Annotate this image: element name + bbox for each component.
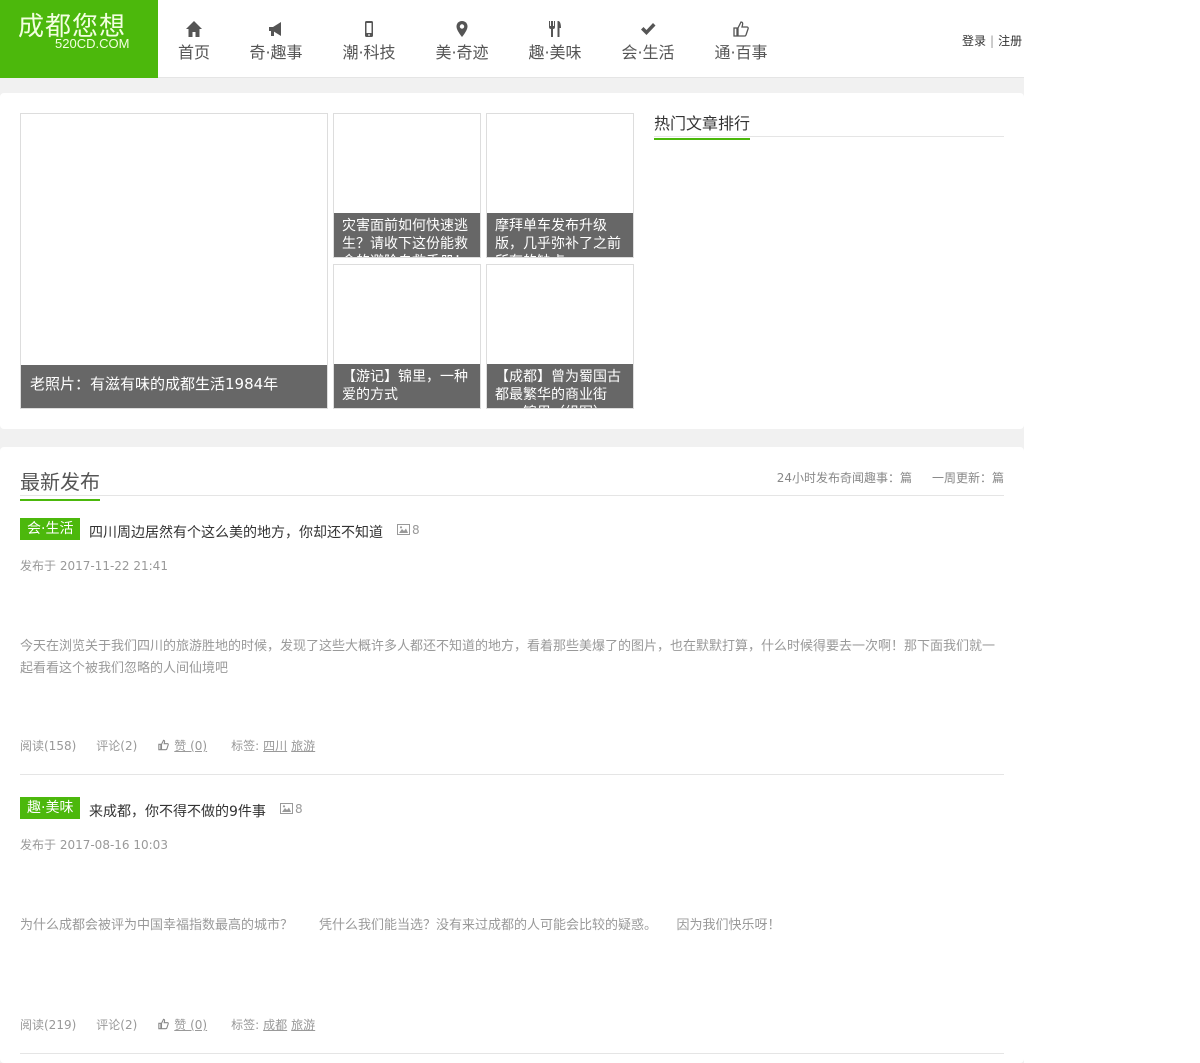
- map-pin-icon: [456, 21, 468, 37]
- image-count-value: 8: [295, 802, 303, 816]
- hot-articles-divider: [654, 136, 1004, 137]
- post-excerpt: 今天在浏览关于我们四川的旅游胜地的时候，发现了这些大概许多人都还不知道的地方，看…: [20, 639, 996, 676]
- nav-item-meiqiji[interactable]: 美·奇迹: [432, 0, 492, 78]
- nav-label: 会·生活: [621, 43, 675, 62]
- image-icon: [280, 803, 293, 814]
- post-like-label[interactable]: 赞 (0): [174, 739, 207, 753]
- post-category-badge[interactable]: 趣·美味: [20, 797, 81, 819]
- post-item: 会·生活 四川周边居然有个这么美的地方，你却还不知道 8 发布于 2017-11…: [20, 518, 1004, 778]
- post-tags: 标签: 成都 旅游: [231, 1018, 319, 1032]
- nav-label: 奇·趣事: [249, 43, 303, 62]
- image-count-value: 8: [412, 523, 420, 537]
- thumbs-up-icon: [158, 739, 170, 751]
- featured-section: 老照片：有滋有味的成都生活1984年 灾害面前如何快速逃生？请收下这份能救命的避…: [0, 93, 1024, 429]
- nav-item-huishenghuo[interactable]: 会·生活: [618, 0, 678, 78]
- featured-tile[interactable]: 摩拜单车发布升级版，几乎弥补了之前所有的缺点: [486, 113, 634, 258]
- post-category-badge[interactable]: 会·生活: [20, 518, 81, 540]
- post-divider: [20, 774, 1004, 775]
- featured-tile-caption: 【成都】曾为蜀国古都最繁华的商业街——锦里（组图）: [487, 364, 633, 408]
- post-tag-link[interactable]: 旅游: [291, 739, 315, 753]
- stat-week: 一周更新：篇: [931, 471, 1004, 485]
- tags-label: 标签:: [231, 739, 260, 753]
- post-like-button[interactable]: 赞 (0): [157, 1018, 211, 1032]
- stat-24h: 24小时发布奇闻趣事：篇: [776, 471, 912, 485]
- site-logo[interactable]: 成都您想 520CD.COM: [0, 0, 158, 78]
- site-header: 成都您想 520CD.COM 首页 奇·趣事 潮·科技 美·奇迹 趣·美味 会·…: [0, 0, 1024, 78]
- nav-label: 美·奇迹: [435, 43, 489, 62]
- featured-tile[interactable]: 灾害面前如何快速逃生？请收下这份能救命的避险自救手册！: [333, 113, 481, 258]
- page: 成都您想 520CD.COM 首页 奇·趣事 潮·科技 美·奇迹 趣·美味 会·…: [0, 0, 1024, 1063]
- image-icon: [397, 524, 410, 535]
- cutlery-icon: [549, 21, 561, 37]
- register-link[interactable]: 注册: [998, 34, 1022, 48]
- post-title[interactable]: 四川周边居然有个这么美的地方，你却还不知道: [89, 522, 383, 542]
- post-read-count: 阅读(158): [20, 739, 77, 753]
- nav-item-qiqushi[interactable]: 奇·趣事: [246, 0, 306, 78]
- auth-links: 登录 | 注册: [962, 32, 1022, 49]
- nav-item-qumeiwei[interactable]: 趣·美味: [525, 0, 585, 78]
- post-comment-count[interactable]: 评论(2): [96, 1018, 137, 1032]
- post-image-count: 8: [397, 523, 420, 537]
- tags-label: 标签:: [231, 1018, 260, 1032]
- post-date: 发布于 2017-11-22 21:41: [20, 559, 168, 573]
- post-meta: 阅读(158) 评论(2) 赞 (0) 标签: 四川 旅游: [20, 737, 339, 754]
- post-title[interactable]: 来成都，你不得不做的9件事: [89, 801, 266, 821]
- nav-label: 首页: [177, 43, 210, 62]
- logo-domain: 520CD.COM: [55, 36, 130, 51]
- featured-main-caption: 老照片：有滋有味的成都生活1984年: [21, 365, 327, 408]
- post-comment-count[interactable]: 评论(2): [96, 739, 137, 753]
- latest-divider: [20, 495, 1004, 496]
- login-link[interactable]: 登录: [962, 34, 986, 48]
- post-tag-link[interactable]: 四川: [263, 739, 287, 753]
- nav-item-tongbaishi[interactable]: 通·百事: [711, 0, 771, 78]
- check-icon: [641, 23, 656, 35]
- featured-main-tile[interactable]: 老照片：有滋有味的成都生活1984年: [20, 113, 328, 409]
- nav-label: 潮·科技: [342, 43, 396, 62]
- post-like-label[interactable]: 赞 (0): [174, 1018, 207, 1032]
- featured-tile[interactable]: 【成都】曾为蜀国古都最繁华的商业街——锦里（组图）: [486, 264, 634, 409]
- post-read-count: 阅读(219): [20, 1018, 77, 1032]
- post-like-button[interactable]: 赞 (0): [157, 739, 211, 753]
- megaphone-icon: [269, 22, 281, 36]
- home-icon: [186, 21, 202, 37]
- post-date: 发布于 2017-08-16 10:03: [20, 838, 168, 852]
- post-excerpt: 为什么成都会被评为中国幸福指数最高的城市？ 凭什么我们能当选？没有来过成都的人可…: [20, 918, 781, 933]
- thumbs-up-icon: [158, 1018, 170, 1030]
- featured-tile[interactable]: 【游记】锦里，一种爱的方式: [333, 264, 481, 409]
- post-item: 趣·美味 来成都，你不得不做的9件事 8 发布于 2017-08-16 10:0…: [20, 797, 1004, 1057]
- featured-tile-caption: 灾害面前如何快速逃生？请收下这份能救命的避险自救手册！: [334, 213, 480, 257]
- post-tag-link[interactable]: 成都: [263, 1018, 287, 1032]
- publish-stats: 24小时发布奇闻趣事：篇 一周更新：篇: [757, 469, 1004, 486]
- nav-label: 通·百事: [714, 43, 768, 62]
- nav-item-home[interactable]: 首页: [168, 0, 220, 78]
- post-tag-link[interactable]: 旅游: [291, 1018, 315, 1032]
- featured-tile-caption: 摩拜单车发布升级版，几乎弥补了之前所有的缺点: [487, 213, 633, 257]
- featured-tile-caption: 【游记】锦里，一种爱的方式: [334, 364, 480, 408]
- post-meta: 阅读(219) 评论(2) 赞 (0) 标签: 成都 旅游: [20, 1016, 339, 1033]
- nav-label: 趣·美味: [528, 43, 582, 62]
- auth-separator: |: [990, 34, 995, 48]
- post-image-count: 8: [280, 802, 303, 816]
- post-tags: 标签: 四川 旅游: [231, 739, 319, 753]
- mobile-icon: [365, 21, 373, 37]
- thumbs-up-icon: [733, 21, 749, 37]
- post-divider: [20, 1053, 1004, 1054]
- latest-section: 最新发布 24小时发布奇闻趣事：篇 一周更新：篇 会·生活 四川周边居然有个这么美…: [0, 447, 1024, 1063]
- nav-item-chaokeji[interactable]: 潮·科技: [339, 0, 399, 78]
